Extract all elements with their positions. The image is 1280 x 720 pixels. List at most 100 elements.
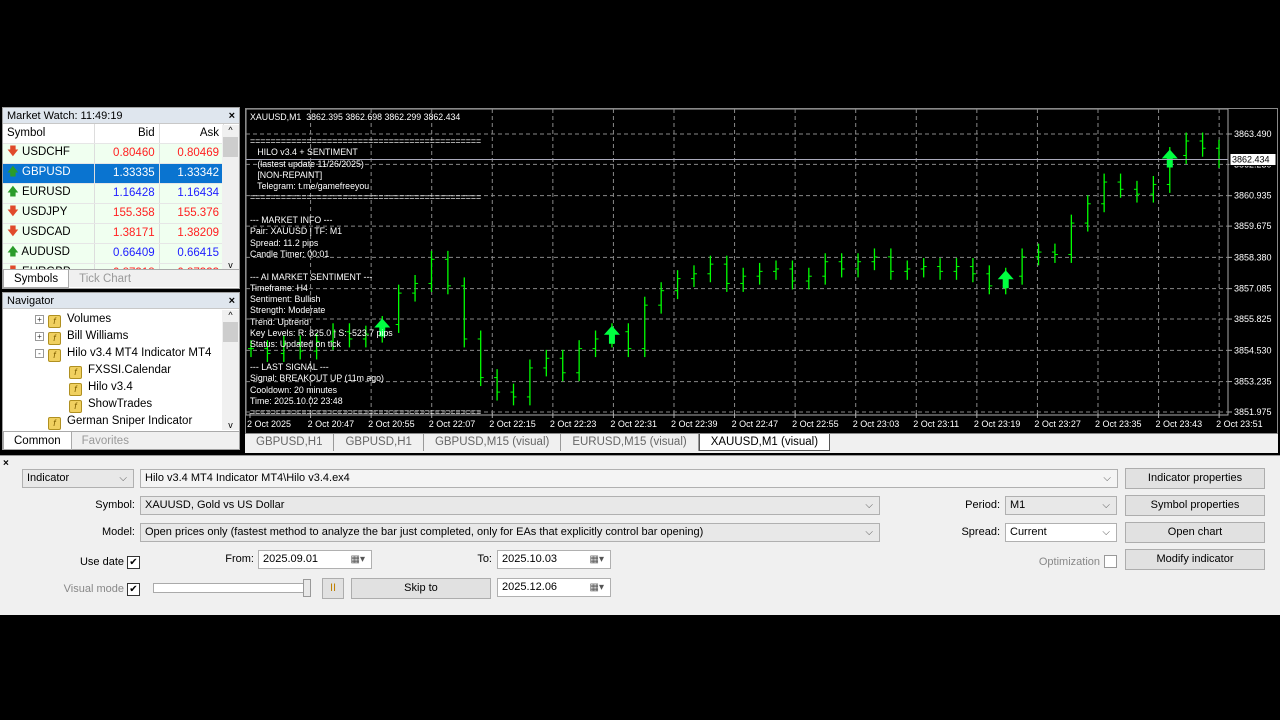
y-tick-label: 3860.935 [1234,191,1272,201]
buy-arrow-icon [603,325,620,344]
x-tick-label: 2 Oct 20:47 [308,419,355,429]
use-date-checkbox[interactable]: ✔ [127,556,140,569]
overlay-line: [NON-REPAINT] [250,169,323,180]
speed-slider[interactable] [153,579,311,597]
modify-indicator-button[interactable]: Modify indicator [1125,549,1265,570]
overlay-line: ========================================… [250,192,482,203]
indicator-select[interactable]: Hilo v3.4 MT4 Indicator MT4\Hilo v3.4.ex… [140,469,1118,488]
chart-tab[interactable]: GBPUSD,H1 [245,434,335,451]
to-date-input[interactable]: 2025.10.03 ▦▾ [497,550,611,569]
arrow-down-icon: 🡇 [7,205,19,218]
market-watch-panel: Market Watch: 11:49:19 × Symbol Bid Ask 🡇 U… [2,107,240,289]
optimization-checkbox[interactable] [1104,555,1117,568]
indicator-icon: f [69,400,82,413]
chart-tab[interactable]: EURUSD,M15 (visual) [561,434,699,451]
close-icon[interactable]: × [229,108,235,124]
navigator-item[interactable]: + f Volumes [35,311,111,328]
symbol-label: Symbol: [95,499,135,511]
expand-icon[interactable]: + [35,315,44,324]
symbol-name: GBPUSD [22,165,71,178]
slider-thumb[interactable] [303,579,311,597]
y-tick-label: 3857.085 [1234,284,1272,294]
use-date-label: Use date [79,556,124,568]
market-watch-row[interactable]: 🡅 AUDUSD 0.66409 0.66415 [3,243,225,264]
navigator-item[interactable]: f German Sniper Indicator [35,413,192,430]
navigator-item[interactable]: f Hilo v3.4 [69,379,133,396]
x-tick-label: 2 Oct 2025 [247,419,291,429]
tab-tick-chart[interactable]: Tick Chart [69,270,141,288]
calendar-icon[interactable]: ▦▾ [351,551,365,568]
y-tick-label: 3851.975 [1234,407,1272,417]
calendar-icon[interactable]: ▦▾ [590,579,604,596]
symbol-name: USDCHF [22,145,70,158]
market-watch-row[interactable]: 🡇 USDJPY 155.358 155.376 [3,203,225,224]
chart-tab[interactable]: XAUUSD,M1 (visual) [698,434,831,451]
col-ask[interactable]: Ask [159,124,225,144]
x-tick-label: 2 Oct 23:11 [913,419,959,429]
from-date-input[interactable]: 2025.09.01 ▦▾ [258,550,372,569]
col-bid[interactable]: Bid [94,124,160,144]
overlay-line: (lastest update 11/26/2025) [250,158,364,169]
model-select[interactable]: Open prices only (fastest method to anal… [140,523,880,542]
y-tick-label: 3859.675 [1234,221,1272,231]
period-select[interactable]: M1 ⌵ [1005,496,1117,515]
skip-date-input[interactable]: 2025.12.06 ▦▾ [497,578,611,597]
y-tick-label: 3853.235 [1234,377,1272,387]
indicator-overlay-text: ========================================… [250,136,481,418]
symbol-name: AUDUSD [21,245,70,258]
indicator-properties-button[interactable]: Indicator properties [1125,468,1265,489]
market-watch-row[interactable]: 🡅 GBPUSD 1.33335 1.33342 [3,163,225,184]
market-watch-table: Symbol Bid Ask 🡇 USDCHF 0.80460 0.80469 🡅 GBP… [3,124,225,284]
chevron-down-icon: ⌵ [119,473,127,484]
ask-value: 1.33342 [159,163,225,184]
navigator-item[interactable]: + f Bill Williams [35,328,128,345]
overlay-line: --- MARKET INFO --- [250,215,333,226]
navigator-item[interactable]: f ShowTrades [69,396,152,413]
spread-label: Spread: [961,526,1000,538]
chart-tab[interactable]: GBPUSD,H1 [334,434,424,451]
navigator-scrollbar[interactable]: ^ v [222,310,239,430]
market-watch-row[interactable]: 🡇 USDCHF 0.80460 0.80469 [3,143,225,164]
spread-select[interactable]: Current ⌵ [1005,523,1117,542]
tab-common[interactable]: Common [3,432,72,450]
y-tick-label: 3854.530 [1234,345,1272,355]
open-chart-button[interactable]: Open chart [1125,522,1265,543]
tab-symbols[interactable]: Symbols [3,270,70,288]
overlay-line [250,204,481,215]
y-tick-label: 3863.490 [1234,129,1272,139]
navigator-item[interactable]: - f Hilo v3.4 MT4 Indicator MT4 [35,345,211,362]
indicator-icon: f [48,349,61,362]
navigator-item[interactable]: f FXSSI.Calendar [69,362,171,379]
x-tick-label: 2 Oct 23:03 [853,419,900,429]
close-icon[interactable]: × [3,458,9,469]
arrow-down-icon: 🡇 [7,225,19,238]
overlay-line: Candle Timer: 00:01 [250,248,330,259]
skip-to-button[interactable]: Skip to [351,578,491,599]
overlay-line: Timeframe: H4 [250,282,308,293]
x-tick-label: 2 Oct 22:39 [671,419,718,429]
overlay-line: --- LAST SIGNAL --- [250,361,329,372]
market-watch-row[interactable]: 🡇 USDCAD 1.38171 1.38209 [3,223,225,244]
x-tick-label: 2 Oct 22:07 [429,419,476,429]
calendar-icon[interactable]: ▦▾ [590,551,604,568]
market-watch-scrollbar[interactable]: ^ v [222,125,239,270]
visual-mode-checkbox[interactable]: ✔ [127,583,140,596]
chart-tab[interactable]: GBPUSD,M15 (visual) [424,434,562,451]
symbol-properties-button[interactable]: Symbol properties [1125,495,1265,516]
tab-favorites[interactable]: Favorites [72,432,139,450]
chevron-down-icon: ⌵ [1102,500,1110,511]
arrow-down-icon: 🡇 [7,145,19,158]
overlay-line: ========================================… [250,407,482,418]
expand-icon[interactable]: + [35,332,44,341]
collapse-icon[interactable]: - [35,349,44,358]
current-price-label: 3862.434 [1232,154,1270,164]
close-icon[interactable]: × [229,293,235,309]
buy-arrow-icon [997,270,1014,289]
symbol-select[interactable]: XAUUSD, Gold vs US Dollar ⌵ [140,496,880,515]
pause-button[interactable]: II [322,578,344,599]
col-symbol[interactable]: Symbol [3,124,96,144]
tester-type-select[interactable]: Indicator ⌵ [22,469,134,488]
market-watch-row[interactable]: 🡅 EURUSD 1.16428 1.16434 [3,183,225,204]
price-chart[interactable]: 3863.4903862.2303860.9353859.6753858.380… [245,108,1278,434]
x-tick-label: 2 Oct 23:51 [1216,419,1263,429]
